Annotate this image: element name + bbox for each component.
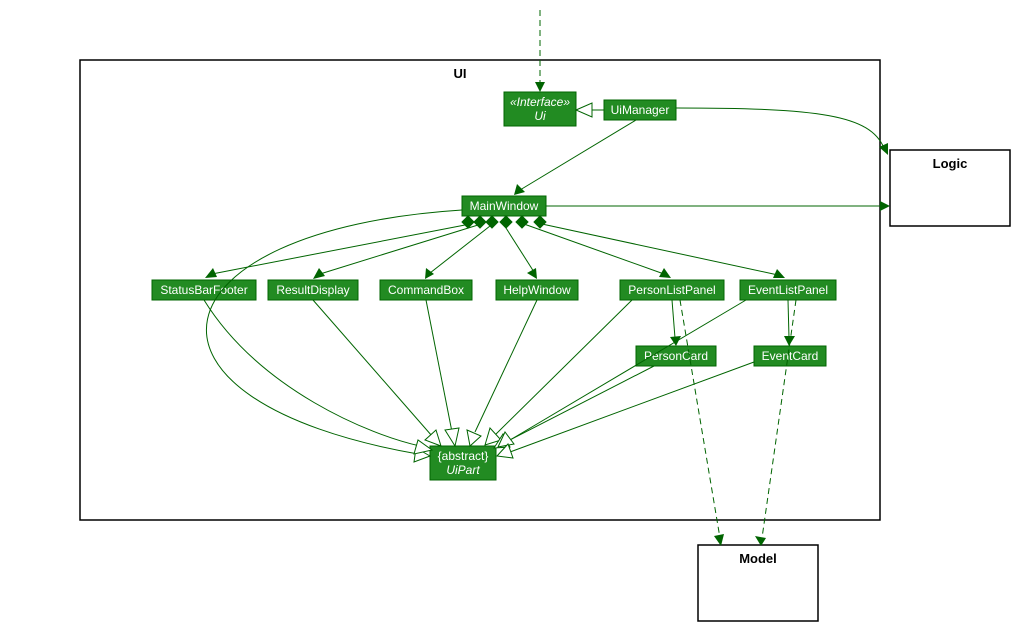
status-bar-footer-label: StatusBarFooter (160, 283, 247, 297)
class-ui-manager: UiManager (604, 100, 676, 120)
event-list-panel-label: EventListPanel (748, 283, 828, 297)
class-interface-ui: «Interface» Ui (504, 92, 576, 126)
result-display-label: ResultDisplay (276, 283, 349, 297)
ui-manager-label: UiManager (611, 103, 670, 117)
class-person-list-panel: PersonListPanel (620, 280, 724, 300)
person-card-label: PersonCard (644, 349, 708, 363)
class-main-window: MainWindow (462, 196, 546, 216)
class-event-list-panel: EventListPanel (740, 280, 836, 300)
interface-name: Ui (534, 109, 546, 123)
person-list-panel-label: PersonListPanel (628, 283, 715, 297)
help-window-label: HelpWindow (503, 283, 571, 297)
model-label: Model (739, 551, 777, 566)
ui-part-name: UiPart (446, 463, 480, 477)
class-person-card: PersonCard (636, 346, 716, 366)
class-command-box: CommandBox (380, 280, 472, 300)
model-box: Model (698, 545, 818, 621)
event-card-label: EventCard (762, 349, 819, 363)
package-title: UI (454, 66, 467, 81)
class-event-card: EventCard (754, 346, 826, 366)
interface-stereotype: «Interface» (510, 95, 570, 109)
class-ui-part: {abstract} UiPart (430, 446, 496, 480)
logic-label: Logic (933, 156, 968, 171)
main-window-label: MainWindow (470, 199, 539, 213)
ui-part-stereotype: {abstract} (438, 449, 489, 463)
command-box-label: CommandBox (388, 283, 464, 297)
class-help-window: HelpWindow (496, 280, 578, 300)
class-status-bar-footer: StatusBarFooter (152, 280, 256, 300)
logic-box: Logic (890, 150, 1010, 226)
class-result-display: ResultDisplay (268, 280, 358, 300)
